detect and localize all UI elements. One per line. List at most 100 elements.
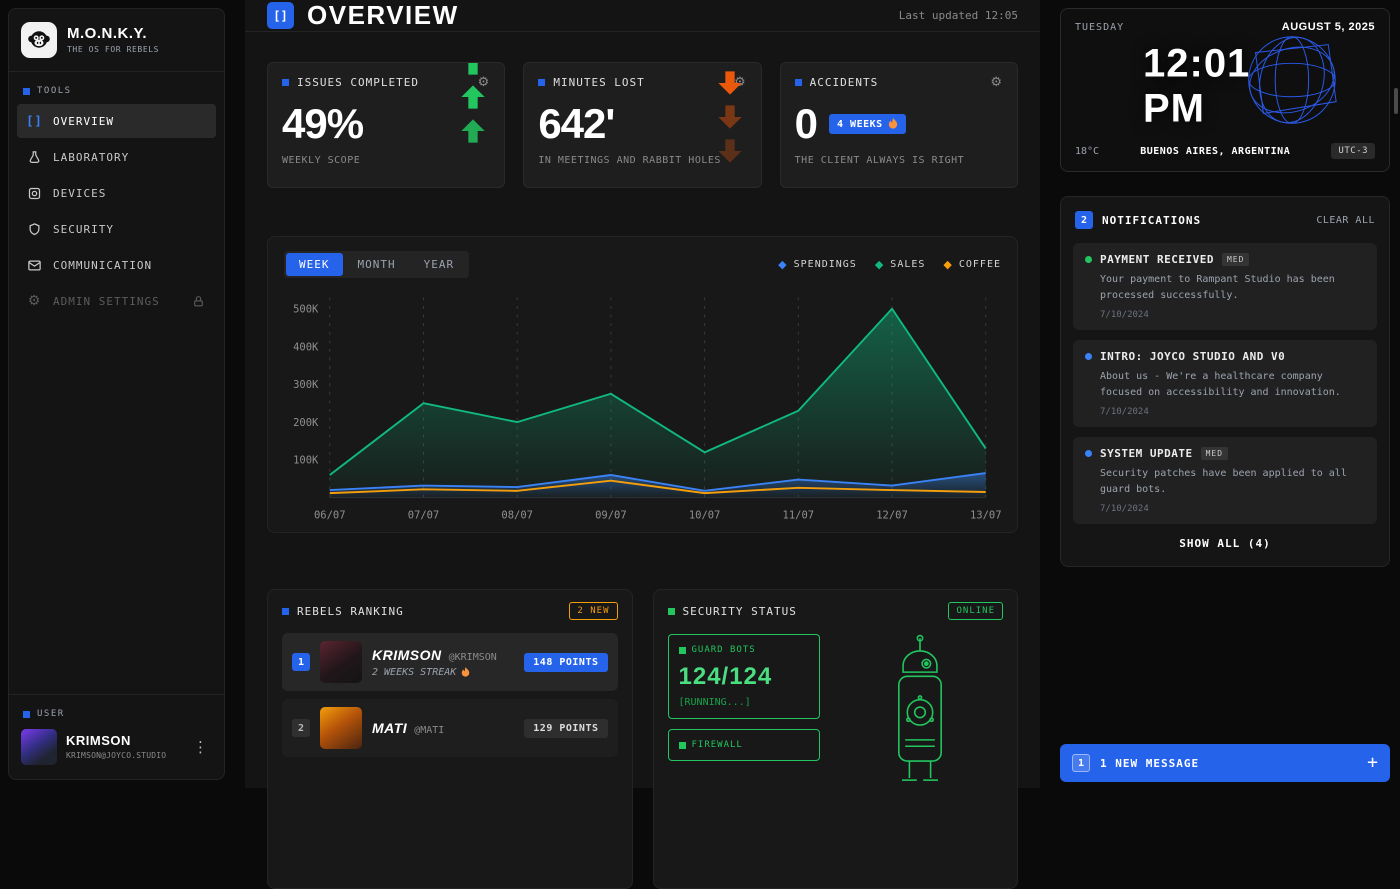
clear-all-button[interactable]: CLEAR ALL (1316, 215, 1375, 226)
sidebar-item-security[interactable]: SECURITY (17, 212, 216, 246)
new-message-bar[interactable]: 1 1 NEW MESSAGE + (1060, 744, 1390, 782)
chart-panel: WEEK MONTH YEAR ◆ SPENDINGS ◆ SALES ◆ (267, 236, 1018, 533)
legend-sales[interactable]: ◆ SALES (875, 259, 926, 270)
chart-legend: ◆ SPENDINGS ◆ SALES ◆ COFFEE (778, 259, 1001, 270)
online-status-badge: ONLINE (948, 602, 1003, 620)
tab-month[interactable]: MONTH (345, 253, 409, 276)
card-marker (795, 79, 802, 86)
rebel-name: MATI (372, 720, 407, 736)
card-marker (282, 79, 289, 86)
monkey-logo-icon (21, 22, 57, 58)
flask-icon (26, 149, 43, 166)
svg-text:400K: 400K (293, 341, 319, 353)
plus-icon[interactable]: + (1367, 754, 1378, 772)
points-badge: 148 POINTS (524, 653, 607, 672)
notification-date: 7/10/2024 (1085, 310, 1365, 320)
stat-subtitle: THE CLIENT ALWAYS IS RIGHT (795, 155, 1003, 166)
notification-count-badge: 2 (1075, 211, 1093, 229)
user-avatar (21, 729, 57, 765)
user-menu-button[interactable]: ⋮ (189, 736, 212, 758)
user-section-label: USER (9, 695, 224, 727)
guard-bots-state: [RUNNING...] (679, 697, 809, 708)
current-time: 12:01 PM (1143, 41, 1307, 131)
sidebar-item-overview[interactable]: [] OVERVIEW (17, 104, 216, 138)
stat-card-accidents: ACCIDENTS ⚙ 0 4 WEEKS THE CLIENT ALWAYS … (780, 62, 1018, 188)
weekday-label: TUESDAY (1075, 22, 1124, 33)
stat-value: 0 (795, 103, 817, 145)
stat-subtitle: WEEKLY SCOPE (282, 155, 490, 166)
sidebar-item-devices[interactable]: DEVICES (17, 176, 216, 210)
last-updated: Last updated 12:05 (899, 9, 1018, 22)
rebels-ranking-card: REBELS RANKING 2 NEW 1 KRIMSON @KRIMSON (267, 589, 633, 889)
ranking-row-mati[interactable]: 2 MATI @MATI 129 POINTS (282, 699, 618, 757)
svg-text:12/07: 12/07 (876, 510, 908, 522)
status-dot (1085, 353, 1092, 360)
sidebar-item-laboratory[interactable]: LABORATORY (17, 140, 216, 174)
ranking-row-krimson[interactable]: 1 KRIMSON @KRIMSON 2 WEEKS STREAK (282, 633, 618, 691)
page-title: OVERVIEW (307, 0, 459, 31)
settings-gear-icon[interactable]: ⚙ (990, 75, 1003, 90)
section-marker (23, 88, 30, 95)
svg-text:07/07: 07/07 (408, 510, 440, 522)
svg-text:11/07: 11/07 (783, 510, 815, 522)
guard-bots-box: GUARD BOTS 124/124 [RUNNING...] (668, 634, 820, 719)
timezone-badge: UTC-3 (1331, 143, 1375, 159)
flame-icon (888, 118, 898, 130)
card-marker (538, 79, 545, 86)
sidebar: M.O.N.K.Y. THE OS FOR REBELS TOOLS [] OV… (8, 8, 225, 780)
notification-intro-joyco[interactable]: INTRO: JOYCO STUDIO AND V0 About us - We… (1073, 340, 1377, 427)
stat-value: 49% (282, 103, 363, 145)
sidebar-item-communication[interactable]: COMMUNICATION (17, 248, 216, 282)
notifications-title: NOTIFICATIONS (1102, 214, 1201, 227)
message-count-badge: 1 (1072, 754, 1090, 772)
notification-date: 7/10/2024 (1085, 407, 1365, 417)
guard-bots-count: 124/124 (679, 663, 809, 691)
app-subtitle: THE OS FOR REBELS (67, 45, 159, 54)
stat-card-minutes-lost: MINUTES LOST ⚙ 642' IN MEETINGS AND RABB… (523, 62, 761, 188)
tab-week[interactable]: WEEK (286, 253, 343, 276)
legend-spendings[interactable]: ◆ SPENDINGS (778, 259, 857, 270)
show-all-button[interactable]: SHOW ALL (4) (1073, 524, 1377, 554)
svg-text:500K: 500K (293, 304, 319, 316)
scrollbar-thumb[interactable] (1394, 88, 1398, 114)
diamond-icon: ◆ (875, 259, 884, 270)
svg-text:06/07: 06/07 (314, 510, 346, 522)
user-email: KRIMSON@JOYCO.STUDIO (66, 751, 166, 760)
svg-text:300K: 300K (293, 379, 319, 391)
tools-section-label: TOOLS (9, 72, 224, 104)
svg-text:200K: 200K (293, 417, 319, 429)
rank-number: 1 (292, 653, 310, 671)
area-chart: 06/0707/0708/0709/0710/0711/0712/0713/07… (284, 286, 1001, 526)
guard-robot-illustration (838, 634, 1004, 814)
user-name: KRIMSON (66, 734, 166, 747)
diamond-icon: ◆ (943, 259, 952, 270)
firewall-box: FIREWALL (668, 729, 820, 761)
card-marker (668, 608, 675, 615)
right-panel: TUESDAY AUGUST 5, 2025 12:01 PM 18°C BUE… (1060, 8, 1390, 782)
trend-down-arrows-icon (713, 69, 747, 165)
trend-up-arrows-icon (456, 62, 490, 145)
svg-text:10/07: 10/07 (689, 510, 721, 522)
legend-coffee[interactable]: ◆ COFFEE (943, 259, 1001, 270)
overview-badge-icon: [] (267, 2, 294, 29)
mail-icon (26, 257, 43, 274)
avatar (320, 707, 362, 749)
shield-icon (26, 221, 43, 238)
streak-label: 2 WEEKS STREAK (372, 667, 497, 678)
city-label: BUENOS AIRES, ARGENTINA (1099, 146, 1331, 157)
priority-tag: MED (1201, 447, 1228, 460)
notification-system-update[interactable]: SYSTEM UPDATE MED Security patches have … (1073, 437, 1377, 524)
notification-payment-received[interactable]: PAYMENT RECEIVED MED Your payment to Ram… (1073, 243, 1377, 330)
logo: M.O.N.K.Y. THE OS FOR REBELS (9, 9, 224, 72)
tab-year[interactable]: YEAR (411, 253, 468, 276)
stats-row: ISSUES COMPLETED ⚙ 49% WEEKLY SCOPE MINU… (267, 62, 1018, 188)
rebel-handle: @KRIMSON (449, 652, 497, 663)
card-marker (679, 742, 686, 749)
weeks-streak-badge: 4 WEEKS (829, 114, 906, 134)
stat-value: 642' (538, 103, 614, 145)
rebel-handle: @MATI (414, 725, 444, 736)
temperature-label: 18°C (1075, 146, 1099, 157)
sidebar-item-admin-settings[interactable]: ⚙ ADMIN SETTINGS (17, 284, 216, 318)
device-icon (26, 185, 43, 202)
brackets-icon: [] (26, 113, 43, 130)
